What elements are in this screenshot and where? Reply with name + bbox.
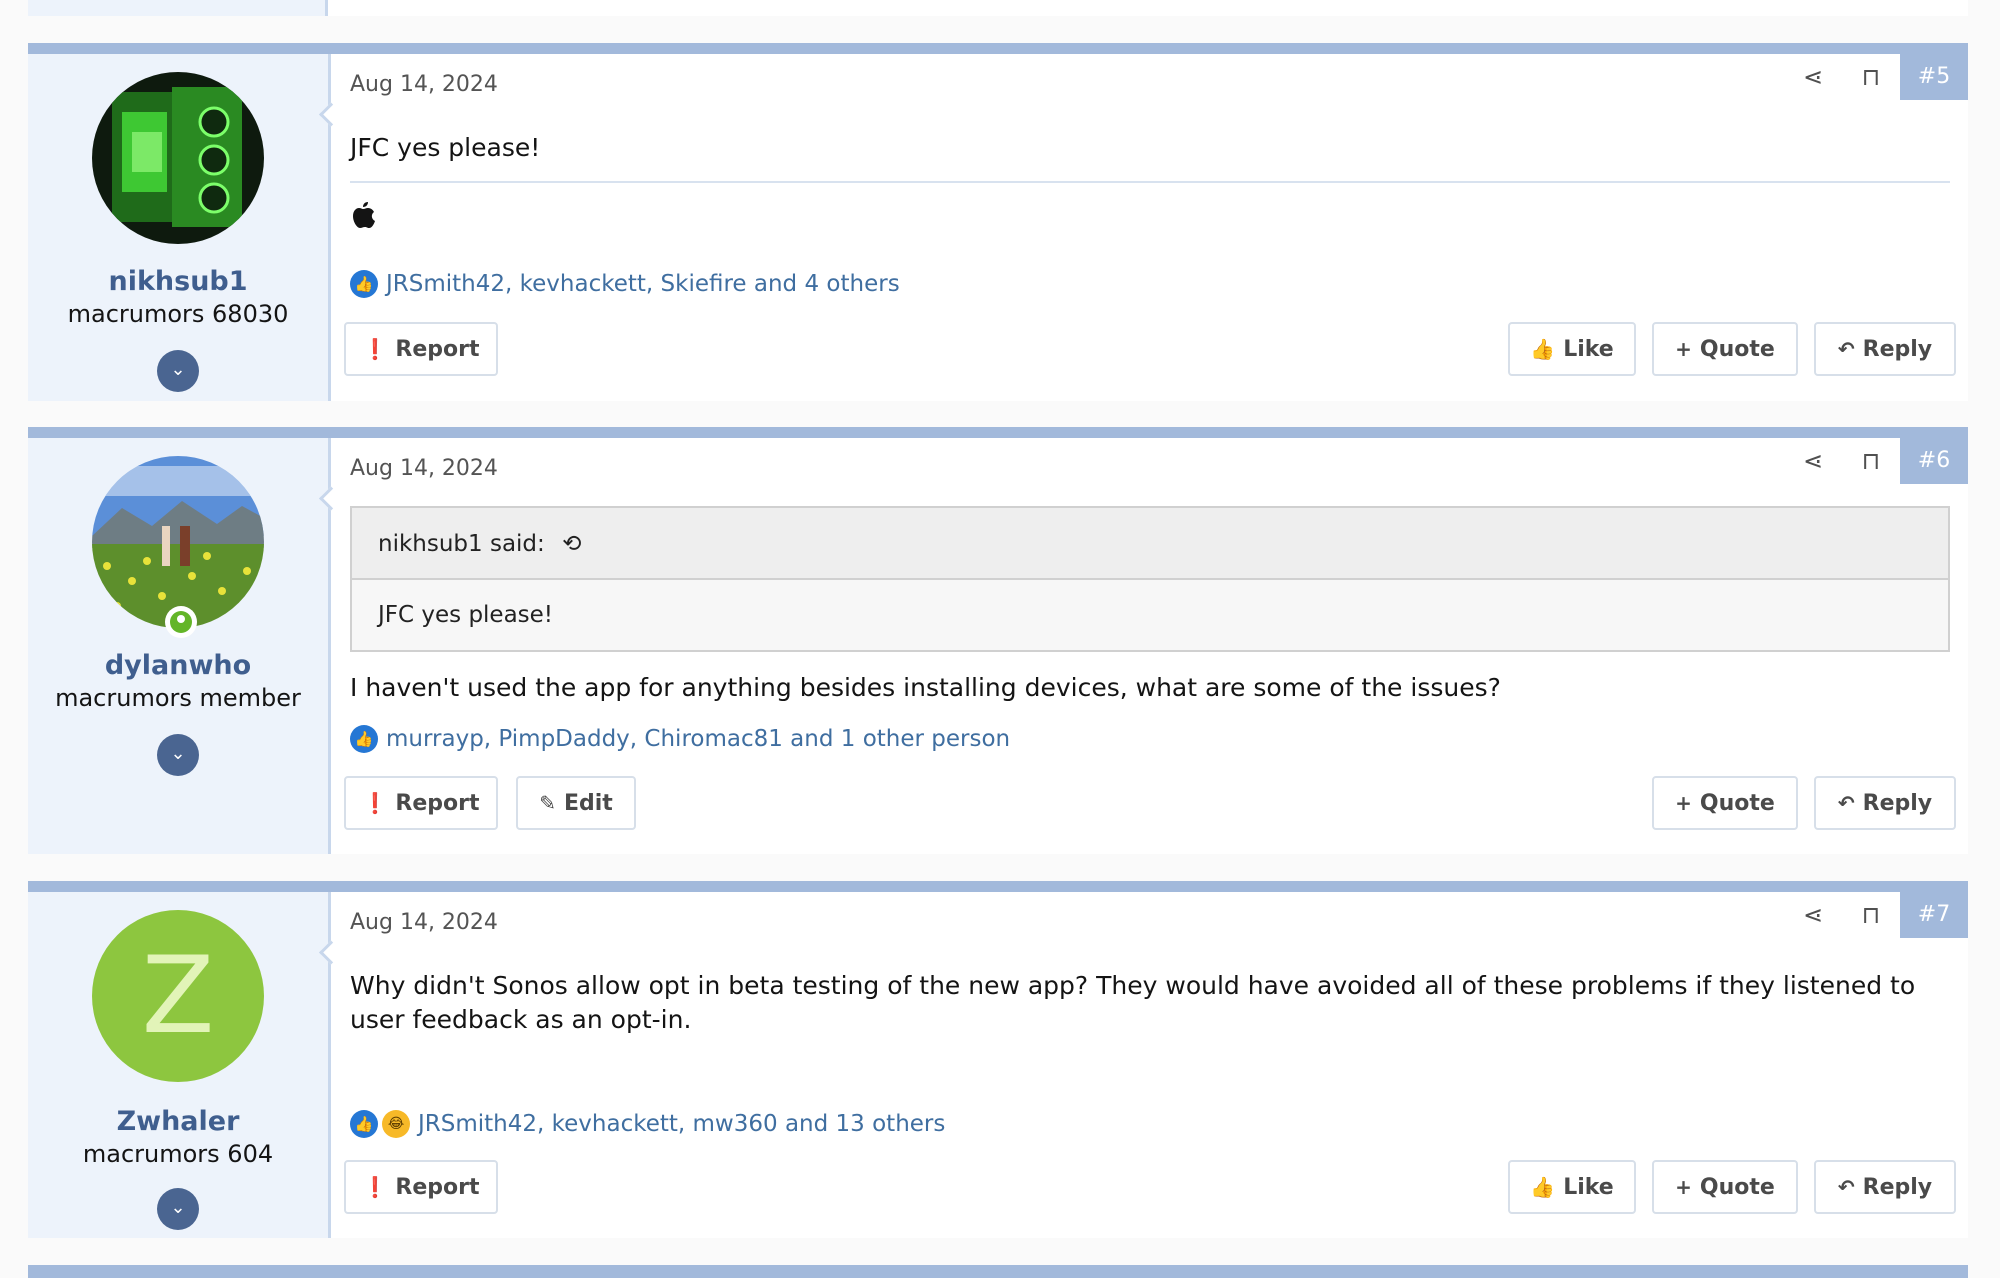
share-icon[interactable]: ⋖ xyxy=(1784,438,1842,484)
reactions-list[interactable]: JRSmith42, kevhackett, mw360 and 13 othe… xyxy=(418,1111,945,1137)
user-sidebar: Z Zwhaler macrumors 604 ⌄ xyxy=(28,892,331,1238)
share-icon[interactable]: ⋖ xyxy=(1784,54,1842,100)
expand-user-info-button[interactable]: ⌄ xyxy=(157,734,199,776)
reactions-list[interactable]: murrayp, PimpDaddy, Chiromac81 and 1 oth… xyxy=(386,726,1010,752)
reactions-bar[interactable]: 👍 JRSmith42, kevhackett, Skiefire and 4 … xyxy=(350,270,900,298)
user-title: macrumors 604 xyxy=(82,1140,274,1168)
post-date[interactable]: Aug 14, 2024 xyxy=(350,72,498,97)
expand-user-info-button[interactable]: ⌄ xyxy=(157,1188,199,1230)
post-body: I haven't used the app for anything besi… xyxy=(350,673,1501,702)
jump-to-quote-icon[interactable]: ⟲ xyxy=(562,531,581,557)
like-icon: 👍 xyxy=(350,1110,378,1138)
user-sidebar: dylanwho macrumors member ⌄ xyxy=(28,438,331,854)
chevron-down-icon: ⌄ xyxy=(170,743,186,764)
bookmark-icon[interactable]: ⊓ xyxy=(1842,892,1900,938)
like-button[interactable]: 👍 Like xyxy=(1508,322,1636,376)
avatar[interactable] xyxy=(92,72,264,244)
like-button[interactable]: 👍 Like xyxy=(1508,1160,1636,1214)
post-7: Z Zwhaler macrumors 604 ⌄ Aug 14, 2024 ⋖… xyxy=(28,881,1968,1238)
post-number[interactable]: #5 xyxy=(1900,54,1968,100)
chevron-down-icon: ⌄ xyxy=(170,1197,186,1218)
user-sidebar: nikhsub1 macrumors 68030 ⌄ xyxy=(28,54,331,401)
quote-header[interactable]: nikhsub1 said: ⟲ xyxy=(352,508,1948,580)
like-icon: 👍 xyxy=(350,270,378,298)
edit-button[interactable]: ✎ Edit xyxy=(516,776,636,830)
username[interactable]: dylanwho xyxy=(28,650,328,681)
avatar-image xyxy=(92,72,264,244)
reply-button[interactable]: ↶ Reply xyxy=(1814,322,1956,376)
reactions-list[interactable]: JRSmith42, kevhackett, Skiefire and 4 ot… xyxy=(386,271,900,297)
thumbs-up-icon: 👍 xyxy=(1530,1175,1556,1199)
post-tools: ⋖ ⊓ #6 xyxy=(1784,438,1968,484)
reactions-bar[interactable]: 👍 😂 JRSmith42, kevhackett, mw360 and 13 … xyxy=(350,1110,945,1138)
haha-icon: 😂 xyxy=(382,1110,410,1138)
post-body: Why didn't Sonos allow opt in beta testi… xyxy=(350,971,1916,1034)
post-6: dylanwho macrumors member ⌄ Aug 14, 2024… xyxy=(28,427,1968,854)
username[interactable]: Zwhaler xyxy=(28,1106,328,1137)
apple-logo-icon xyxy=(350,201,376,238)
quote-author: nikhsub1 said: xyxy=(378,531,545,557)
share-icon[interactable]: ⋖ xyxy=(1784,892,1842,938)
quote-block: nikhsub1 said: ⟲ JFC yes please! xyxy=(350,506,1950,652)
bookmark-icon[interactable]: ⊓ xyxy=(1842,54,1900,100)
alert-icon: ❗ xyxy=(362,1175,388,1199)
username[interactable]: nikhsub1 xyxy=(28,266,328,297)
online-status-indicator xyxy=(165,606,197,638)
bookmark-icon[interactable]: ⊓ xyxy=(1842,438,1900,484)
pencil-icon: ✎ xyxy=(539,791,556,815)
like-icon: 👍 xyxy=(350,725,378,753)
avatar[interactable]: Z xyxy=(92,910,264,1082)
reply-arrow-icon: ↶ xyxy=(1837,1175,1855,1199)
plus-icon: + xyxy=(1675,1175,1692,1199)
post-date[interactable]: Aug 14, 2024 xyxy=(350,910,498,935)
thumbs-up-icon: 👍 xyxy=(1530,337,1556,361)
post-tools: ⋖ ⊓ #7 xyxy=(1784,892,1968,938)
alert-icon: ❗ xyxy=(362,791,388,815)
expand-user-info-button[interactable]: ⌄ xyxy=(157,350,199,392)
alert-icon: ❗ xyxy=(362,337,388,361)
avatar[interactable] xyxy=(92,456,264,628)
quote-text: JFC yes please! xyxy=(378,602,554,628)
post-5: nikhsub1 macrumors 68030 ⌄ Aug 14, 2024 … xyxy=(28,43,1968,401)
previous-post-sidebar xyxy=(28,0,328,16)
post-number[interactable]: #6 xyxy=(1900,438,1968,484)
reply-arrow-icon: ↶ xyxy=(1837,337,1855,361)
previous-post-stub xyxy=(28,0,1968,16)
avatar-image xyxy=(92,456,264,628)
user-title: macrumors member xyxy=(55,684,301,712)
signature-divider xyxy=(350,181,1950,183)
post-tools: ⋖ ⊓ #5 xyxy=(1784,54,1968,100)
report-button[interactable]: ❗ Report xyxy=(344,322,498,376)
plus-icon: + xyxy=(1675,791,1692,815)
reply-button[interactable]: ↶ Reply xyxy=(1814,1160,1956,1214)
post-date[interactable]: Aug 14, 2024 xyxy=(350,456,498,481)
post-body: JFC yes please! xyxy=(350,133,541,162)
reply-button[interactable]: ↶ Reply xyxy=(1814,776,1956,830)
user-title: macrumors 68030 xyxy=(67,300,289,328)
quote-button[interactable]: + Quote xyxy=(1652,322,1798,376)
next-post-stub xyxy=(28,1265,1968,1278)
post-number[interactable]: #7 xyxy=(1900,892,1968,938)
reply-arrow-icon: ↶ xyxy=(1837,791,1855,815)
plus-icon: + xyxy=(1675,337,1692,361)
quote-button[interactable]: + Quote xyxy=(1652,1160,1798,1214)
report-button[interactable]: ❗ Report xyxy=(344,776,498,830)
reactions-bar[interactable]: 👍 murrayp, PimpDaddy, Chiromac81 and 1 o… xyxy=(350,725,1010,753)
quote-button[interactable]: + Quote xyxy=(1652,776,1798,830)
report-button[interactable]: ❗ Report xyxy=(344,1160,498,1214)
chevron-down-icon: ⌄ xyxy=(170,359,186,380)
